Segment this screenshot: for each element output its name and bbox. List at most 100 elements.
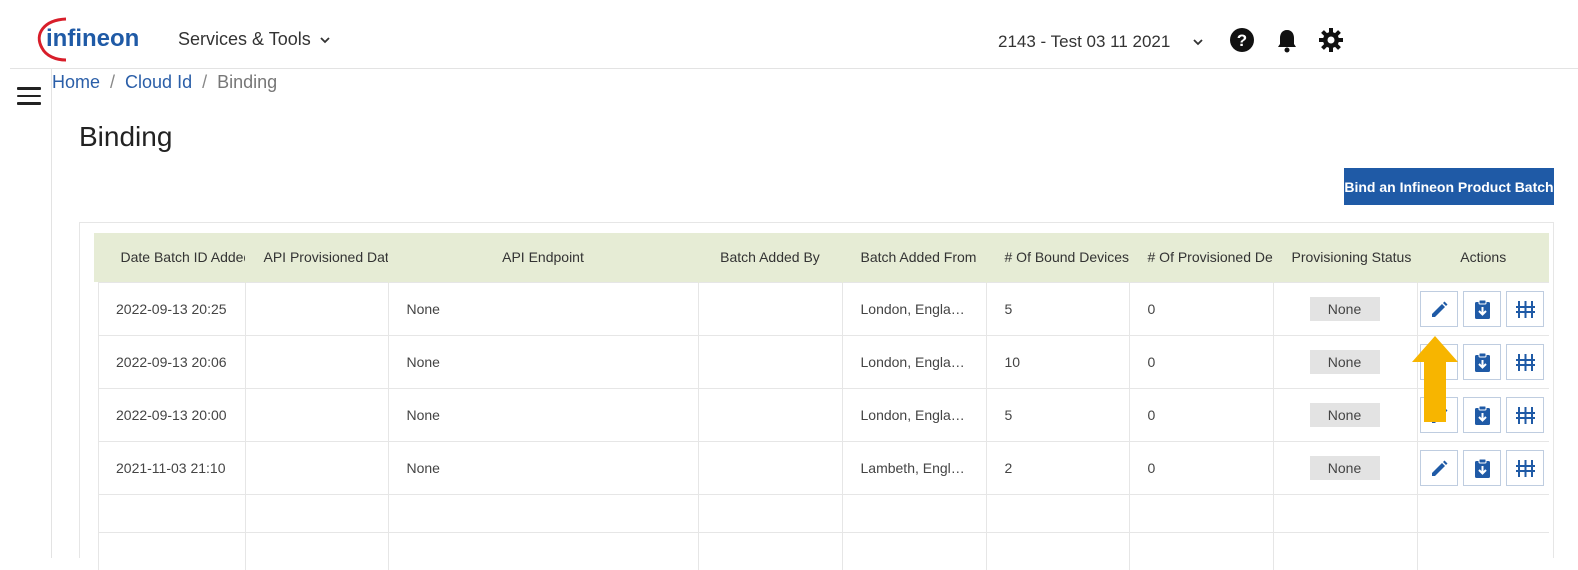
status-badge: None: [1309, 296, 1380, 321]
top-bar: infineon Services & Tools 2143 - Test 03…: [10, 0, 1578, 69]
header-provisioned-devices[interactable]: # Of Provisioned Dev: [1128, 233, 1273, 282]
cell-date: 2022-09-13 20:06: [90, 334, 245, 388]
svg-text:?: ?: [1237, 31, 1247, 50]
header-actions: Actions: [1416, 233, 1549, 282]
edit-button[interactable]: [1419, 449, 1458, 486]
header-bound-devices[interactable]: # Of Bound Devices: [985, 233, 1129, 282]
breadcrumb-home[interactable]: Home: [52, 72, 100, 93]
clipboard-download-icon: [1474, 299, 1490, 319]
breadcrumb-separator: /: [202, 72, 208, 92]
status-badge: None: [1309, 455, 1380, 480]
breadcrumb: Home / Cloud Id / Binding: [52, 72, 277, 93]
cell-date: 2022-09-13 20:00: [90, 387, 245, 441]
gear-icon[interactable]: [1318, 27, 1344, 53]
cell-api-endpoint: None: [387, 387, 698, 441]
cell-added-from: London, Engla…: [841, 334, 986, 388]
header-date[interactable]: Date Batch ID Added: [93, 233, 245, 282]
edit-button[interactable]: [1419, 290, 1458, 327]
cell-api-date: [244, 387, 388, 441]
table-row[interactable]: 2022-09-13 20:00 None London, Engla… 5 0 None: [90, 387, 1549, 441]
empty-cell: [1416, 493, 1549, 532]
help-icon[interactable]: ?: [1229, 27, 1255, 53]
cell-api-endpoint: None: [387, 281, 698, 335]
cell-added-from: Lambeth, Engl…: [841, 440, 986, 494]
cell-provisioned: 0: [1128, 334, 1273, 388]
settings-button[interactable]: [1505, 449, 1544, 486]
menu-icon[interactable]: [17, 87, 41, 107]
settings-button[interactable]: [1505, 396, 1544, 433]
sliders-icon: [1515, 406, 1535, 424]
bind-product-batch-button[interactable]: Bind an Infineon Product Batch: [1344, 168, 1554, 205]
download-button[interactable]: [1462, 449, 1501, 486]
header-provisioning-status[interactable]: Provisioning Status: [1272, 233, 1417, 282]
edit-icon: [1431, 460, 1447, 476]
cell-added-by: [697, 334, 842, 388]
cell-status: None: [1272, 281, 1417, 335]
empty-cell: [90, 493, 245, 532]
bell-icon[interactable]: [1274, 27, 1300, 53]
settings-button[interactable]: [1505, 290, 1544, 327]
download-button[interactable]: [1462, 343, 1501, 380]
sidebar: [0, 69, 52, 558]
chevron-down-icon: [1193, 39, 1203, 46]
header-added-by[interactable]: Batch Added By: [697, 233, 842, 282]
cell-date: 2022-09-13 20:25: [90, 281, 245, 335]
cell-status: None: [1272, 387, 1417, 441]
project-selector[interactable]: 2143 - Test 03 11 2021: [998, 32, 1204, 52]
binding-table-container: Date Batch ID Added API Provisioned Date…: [79, 222, 1554, 570]
services-tools-menu[interactable]: Services & Tools: [178, 29, 331, 50]
breadcrumb-separator: /: [110, 72, 116, 92]
empty-cell: [1416, 531, 1549, 570]
empty-cell: [985, 493, 1129, 532]
table-row[interactable]: 2021-11-03 21:10 None Lambeth, Engl… 2 0 None: [90, 440, 1549, 494]
empty-cell: [387, 493, 698, 532]
empty-cell: [90, 531, 245, 570]
empty-cell: [1272, 531, 1417, 570]
status-badge: None: [1309, 402, 1380, 427]
cell-date: 2021-11-03 21:10: [90, 440, 245, 494]
cell-bound: 10: [985, 334, 1129, 388]
cell-actions: [1416, 281, 1549, 335]
infineon-logo[interactable]: infineon: [36, 16, 140, 62]
empty-cell: [387, 531, 698, 570]
cell-added-from: London, Engla…: [841, 387, 986, 441]
empty-cell: [1128, 493, 1273, 532]
empty-cell: [697, 493, 842, 532]
header-api-date[interactable]: API Provisioned Date: [244, 233, 388, 282]
download-button[interactable]: [1462, 290, 1501, 327]
empty-cell: [1128, 531, 1273, 570]
sliders-icon: [1515, 459, 1535, 477]
breadcrumb-current: Binding: [217, 72, 278, 92]
breadcrumb-cloud-id[interactable]: Cloud Id: [125, 72, 192, 93]
cell-bound: 5: [985, 281, 1129, 335]
empty-cell: [985, 531, 1129, 570]
settings-button[interactable]: [1505, 343, 1544, 380]
header-api-endpoint[interactable]: API Endpoint: [387, 233, 698, 282]
table-row[interactable]: 2022-09-13 20:06 None London, Engla… 10 0 Non…: [90, 334, 1549, 388]
empty-cell: [841, 493, 986, 532]
empty-cell: [1272, 493, 1417, 532]
table-row[interactable]: 2022-09-13 20:25 None London, Engla… 5 0 None: [90, 281, 1549, 335]
empty-cell: [244, 493, 388, 532]
clipboard-download-icon: [1474, 352, 1490, 372]
cell-status: None: [1272, 440, 1417, 494]
cell-provisioned: 0: [1128, 281, 1273, 335]
empty-row: [90, 493, 1549, 532]
chevron-down-icon: [320, 36, 330, 43]
cell-api-date: [244, 281, 388, 335]
sliders-icon: [1515, 300, 1535, 318]
cell-added-by: [697, 387, 842, 441]
clipboard-download-icon: [1474, 405, 1490, 425]
cell-status: None: [1272, 334, 1417, 388]
header-added-from[interactable]: Batch Added From: [841, 233, 986, 282]
status-badge: None: [1309, 349, 1380, 374]
cell-bound: 5: [985, 387, 1129, 441]
annotation-arrow-icon: [1412, 336, 1458, 422]
download-button[interactable]: [1462, 396, 1501, 433]
cell-api-endpoint: None: [387, 440, 698, 494]
empty-cell: [841, 531, 986, 570]
services-tools-label: Services & Tools: [178, 29, 311, 49]
cell-actions: [1416, 440, 1549, 494]
cell-api-endpoint: None: [387, 334, 698, 388]
cell-added-by: [697, 440, 842, 494]
